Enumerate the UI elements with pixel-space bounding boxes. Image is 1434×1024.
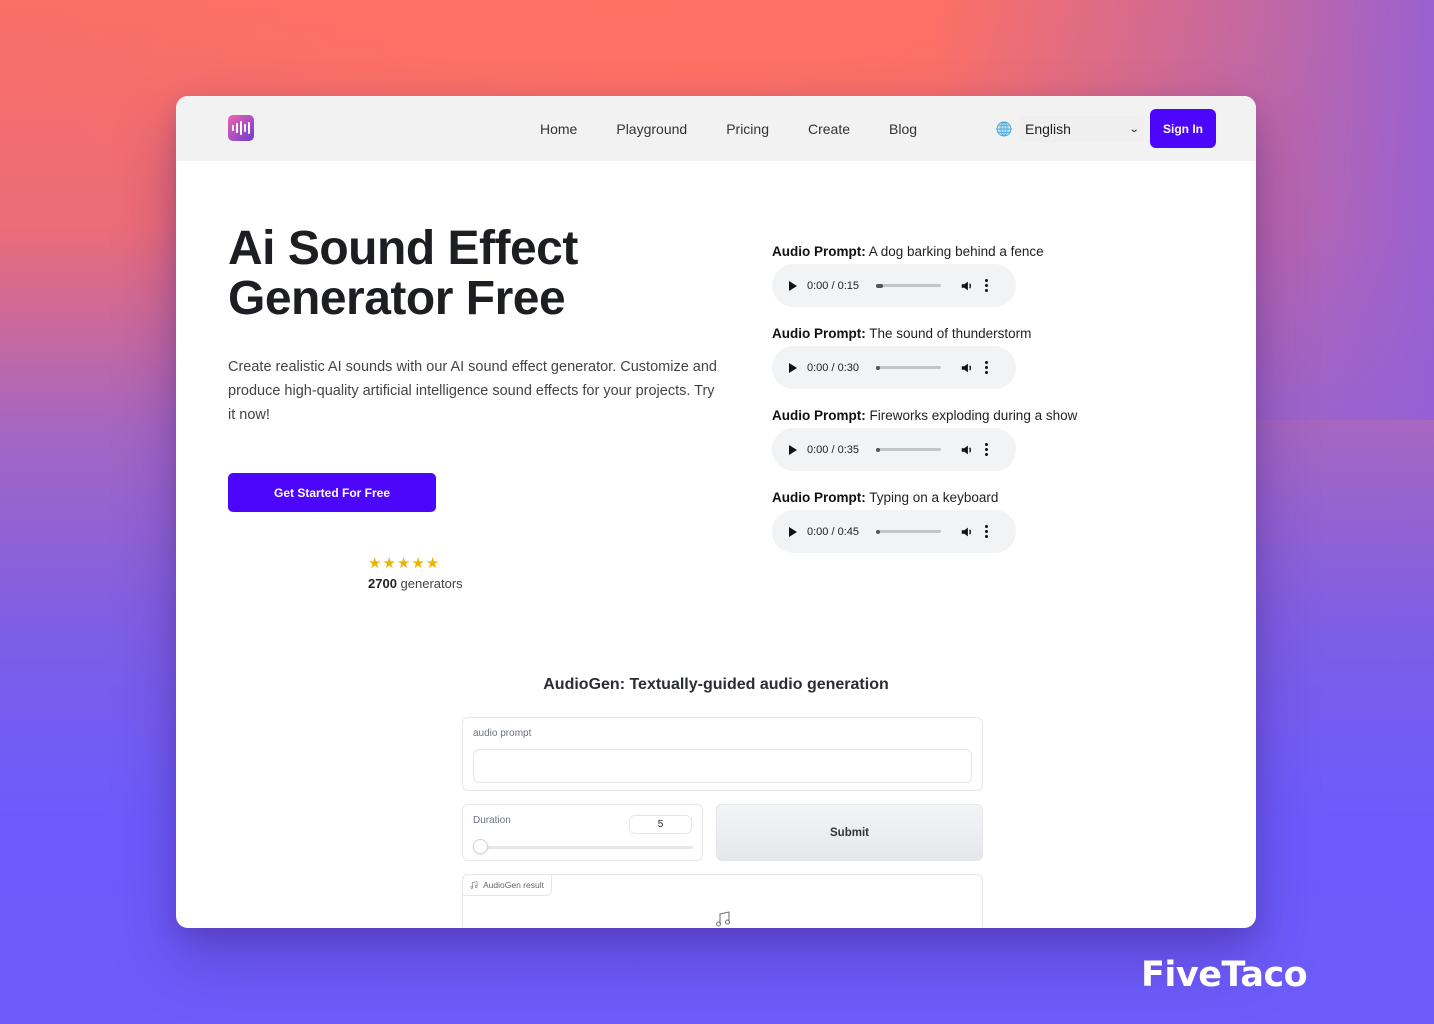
language-picker: English ⌄ xyxy=(996,116,1144,142)
navbar: Home Playground Pricing Create Blog Engl… xyxy=(176,96,1256,161)
audio-prompt-card: audio prompt xyxy=(462,717,983,791)
audio-prompt-label: audio prompt xyxy=(473,728,532,739)
audio-prompt-label: Audio Prompt: xyxy=(772,244,866,259)
audiogen-title: AudioGen: Textually-guided audio generat… xyxy=(543,676,889,693)
nav-blog[interactable]: Blog xyxy=(889,121,917,137)
hero-description: Create realistic AI sounds with our AI s… xyxy=(228,359,717,423)
play-icon[interactable] xyxy=(789,526,797,537)
sound-wave-icon[interactable] xyxy=(228,115,254,141)
nav-pricing[interactable]: Pricing xyxy=(726,121,769,137)
audio-prompt-value: A dog barking behind a fence xyxy=(865,244,1044,259)
star-icon: ★ xyxy=(411,555,425,572)
play-icon[interactable] xyxy=(789,362,797,373)
get-started-button[interactable]: Get Started For Free xyxy=(228,473,436,512)
audio-progress-fill xyxy=(876,283,883,288)
nav-links: Home Playground Pricing Create Blog xyxy=(540,96,956,161)
audio-samples: Audio Prompt: A dog barking behind a fen… xyxy=(772,242,1077,570)
audio-prompt-value: The sound of thunderstorm xyxy=(865,326,1032,341)
audio-player: 0:00 / 0:15 xyxy=(772,264,1016,307)
generator-count: 2700 generators xyxy=(368,576,463,591)
fivetaco-watermark: FiveTaco xyxy=(1141,955,1308,995)
audio-prompt-label: Audio Prompt: xyxy=(772,326,866,341)
audio-time: 0:00 / 0:15 xyxy=(807,279,859,292)
hero-title: Ai Sound Effect Generator Free xyxy=(228,224,748,324)
audiogen-result-card: AudioGen result xyxy=(462,874,983,928)
audio-progress-fill xyxy=(876,365,880,370)
play-icon[interactable] xyxy=(789,444,797,455)
audio-prompt-text: Audio Prompt: A dog barking behind a fen… xyxy=(772,242,1077,262)
audio-time: 0:00 / 0:35 xyxy=(807,443,859,456)
more-options-icon[interactable] xyxy=(985,279,988,292)
duration-number-input[interactable]: 5 xyxy=(629,815,692,834)
audio-prompt-value: Fireworks exploding during a show xyxy=(865,408,1078,423)
star-rating: ★ ★ ★ ★ ★ xyxy=(368,556,463,572)
more-options-icon[interactable] xyxy=(985,443,988,456)
audiogen-result-label: AudioGen result xyxy=(483,880,544,890)
audio-prompt-value: Typing on a keyboard xyxy=(865,490,999,505)
nav-home[interactable]: Home xyxy=(540,121,577,137)
audio-player: 0:00 / 0:35 xyxy=(772,428,1016,471)
audio-progress-fill xyxy=(876,447,880,452)
audio-prompt-text: Audio Prompt: Fireworks exploding during… xyxy=(772,406,1077,426)
hero-title-line2: Generator Free xyxy=(228,272,566,325)
star-icon: ★ xyxy=(396,555,411,572)
music-note-icon xyxy=(715,911,731,927)
chevron-down-icon: ⌄ xyxy=(1128,123,1140,135)
audio-prompt-text: Audio Prompt: The sound of thunderstorm xyxy=(772,324,1077,344)
rating: ★ ★ ★ ★ ★ 2700 generators xyxy=(368,556,463,592)
nav-playground[interactable]: Playground xyxy=(616,121,687,137)
audio-player: 0:00 / 0:45 xyxy=(772,510,1016,553)
duration-slider-thumb[interactable] xyxy=(473,839,488,854)
audio-player: 0:00 / 0:30 xyxy=(772,346,1016,389)
duration-card: Duration 5 xyxy=(462,804,703,861)
audio-sample: Audio Prompt: A dog barking behind a fen… xyxy=(772,242,1077,307)
play-icon[interactable] xyxy=(789,280,797,291)
hero-title-line1: Ai Sound Effect xyxy=(228,222,578,275)
audio-sample: Audio Prompt: Fireworks exploding during… xyxy=(772,406,1077,471)
sign-in-button[interactable]: Sign In xyxy=(1150,109,1216,148)
audio-prompt-input[interactable] xyxy=(473,749,972,783)
star-icon: ★ xyxy=(382,555,396,572)
audiogen-result-tab: AudioGen result xyxy=(462,874,552,896)
audio-seek-bar[interactable] xyxy=(876,365,941,370)
audio-sample: Audio Prompt: The sound of thunderstorm … xyxy=(772,324,1077,389)
audio-prompt-text: Audio Prompt: Typing on a keyboard xyxy=(772,488,1077,508)
more-options-icon[interactable] xyxy=(985,525,988,538)
generator-count-suffix: generators xyxy=(396,576,463,591)
audio-time: 0:00 / 0:45 xyxy=(807,525,859,538)
audio-seek-bar[interactable] xyxy=(876,447,941,452)
generator-count-number: 2700 xyxy=(368,576,397,591)
audio-prompt-label: Audio Prompt: xyxy=(772,490,866,505)
audio-progress-fill xyxy=(876,529,880,534)
duration-slider-track[interactable] xyxy=(475,846,693,849)
volume-icon[interactable] xyxy=(960,443,974,457)
audio-sample: Audio Prompt: Typing on a keyboard 0:00 … xyxy=(772,488,1077,553)
nav-create[interactable]: Create xyxy=(808,121,850,137)
audio-seek-bar[interactable] xyxy=(876,529,941,534)
volume-icon[interactable] xyxy=(960,279,974,293)
volume-icon[interactable] xyxy=(960,525,974,539)
audio-seek-bar[interactable] xyxy=(876,283,941,288)
star-icon: ★ xyxy=(368,555,382,572)
audio-time: 0:00 / 0:30 xyxy=(807,361,859,374)
language-select[interactable]: English ⌄ xyxy=(1020,116,1144,142)
music-note-icon xyxy=(470,881,478,889)
globe-icon xyxy=(996,121,1012,137)
audio-prompt-label: Audio Prompt: xyxy=(772,408,866,423)
more-options-icon[interactable] xyxy=(985,361,988,374)
submit-button[interactable]: Submit xyxy=(716,804,983,861)
browser-window: Home Playground Pricing Create Blog Engl… xyxy=(176,96,1256,928)
duration-label: Duration xyxy=(473,815,511,826)
star-icon: ★ xyxy=(425,555,440,572)
volume-icon[interactable] xyxy=(960,361,974,375)
language-selected: English xyxy=(1025,121,1071,137)
